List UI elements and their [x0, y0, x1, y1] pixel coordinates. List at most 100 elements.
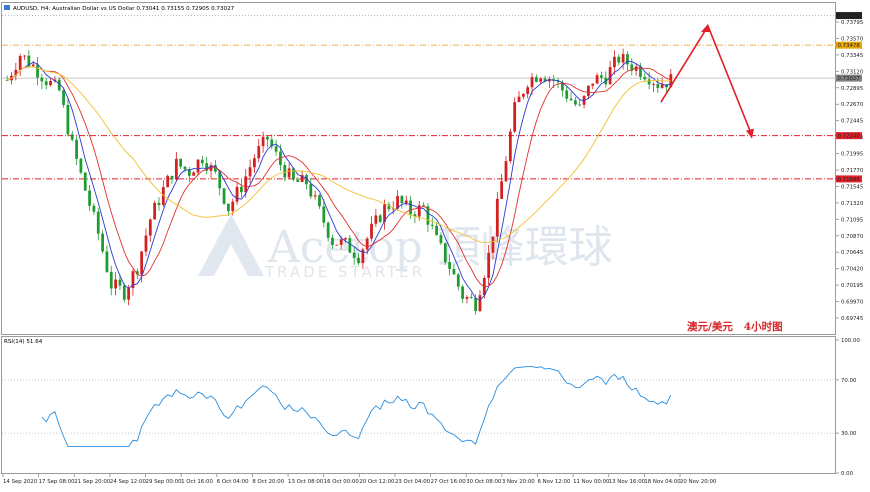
candle-body — [183, 166, 187, 170]
chart-root: Acetop 頂峰環球 TRADE STARTER 0.73795 0.73570… — [0, 0, 870, 488]
candle-body — [248, 167, 252, 177]
price-tick-label: 0.69745 — [841, 316, 863, 322]
candle-body — [417, 205, 421, 217]
candle-body — [574, 100, 577, 105]
time-tick-label: 8 Oct 20:00 — [252, 479, 284, 485]
candle-body — [235, 186, 239, 202]
candle-body — [461, 286, 465, 299]
candle-body — [118, 279, 122, 286]
candle-body — [652, 84, 655, 85]
candle-body — [144, 235, 148, 252]
candle-body — [621, 54, 625, 63]
candle-body — [179, 158, 183, 167]
candle-body — [174, 158, 178, 180]
price-tick-label: 0.73345 — [841, 53, 863, 59]
candle-body — [569, 98, 573, 101]
price-tick-label: 0.70870 — [841, 234, 864, 240]
candle-body — [409, 200, 412, 215]
candle-body — [257, 146, 261, 159]
candle-body — [539, 78, 543, 82]
candle-body — [62, 90, 65, 105]
candle-body — [335, 244, 339, 246]
candle-body — [613, 56, 616, 68]
candle-body — [44, 81, 48, 86]
price-tick-label: 0.72445 — [841, 119, 863, 125]
candle-body — [318, 195, 321, 207]
main-panel-frame — [1, 2, 836, 335]
candle-body — [196, 159, 200, 173]
candle-body — [170, 175, 174, 180]
time-tick-label: 23 Oct 04:00 — [395, 479, 431, 485]
candle-body — [192, 172, 196, 176]
candle-body — [578, 104, 582, 106]
candle-body — [157, 202, 161, 206]
price-tick-label: 0.70195 — [841, 283, 863, 289]
time-tick-label: 6 Nov 12:00 — [537, 479, 570, 485]
time-tick-label: 30 Oct 08:00 — [466, 479, 502, 485]
candle-body — [49, 80, 52, 86]
candle-body — [40, 77, 44, 82]
candle-body — [504, 161, 508, 182]
pair-timeframe-label: 澳元/美元 4小时图 — [687, 320, 783, 333]
candle-body — [148, 219, 152, 236]
price-tag-label: 0.73478 — [838, 43, 861, 49]
candle-body — [439, 235, 443, 244]
candle-body — [79, 158, 83, 173]
candle-body — [66, 104, 70, 135]
candle-body — [331, 237, 334, 245]
time-tick-label: 13 Oct 08:00 — [288, 479, 324, 485]
candle-body — [565, 90, 569, 99]
candle-body — [465, 297, 469, 299]
candle-body — [508, 131, 512, 162]
rsi-tick-label: 70.00 — [841, 378, 857, 384]
candle-body — [348, 238, 352, 253]
candle-body — [96, 211, 100, 234]
candle-body — [283, 165, 287, 178]
candle-body — [222, 188, 226, 204]
candle-body — [200, 159, 204, 164]
price-tick-label: 0.70645 — [841, 250, 863, 256]
candle-body — [595, 75, 599, 84]
price-tick-label: 0.72670 — [841, 102, 864, 108]
candle-body — [127, 288, 131, 300]
candle-body — [587, 85, 590, 96]
time-tick-label: 1 Oct 16:00 — [181, 479, 213, 485]
candle-body — [266, 136, 269, 140]
candle-body — [274, 146, 278, 152]
candle-body — [452, 268, 456, 275]
candle-body — [487, 252, 491, 278]
rsi-panel-frame — [1, 336, 836, 474]
time-tick-label: 6 Oct 04:00 — [217, 479, 249, 485]
candle-body — [70, 134, 74, 140]
time-tick-label: 13 Nov 16:00 — [609, 479, 646, 485]
candle-body — [617, 56, 621, 63]
time-tick-label: 11 Nov 00:00 — [573, 479, 610, 485]
chart-menu-icon[interactable] — [4, 5, 10, 10]
time-tick-label: 3 Nov 20:00 — [502, 479, 535, 485]
candle-body — [261, 136, 265, 147]
price-tick-label: 0.71320 — [841, 201, 864, 207]
rsi-axis: 100.00 70.00 30.00 0.00 — [836, 338, 860, 477]
candle-body — [153, 202, 157, 220]
price-tick-label: 0.71545 — [841, 184, 863, 190]
candle-body — [469, 297, 473, 298]
candle-body — [287, 168, 291, 178]
candle-body — [109, 271, 113, 289]
price-tick-label: 0.73570 — [841, 36, 864, 42]
candle-body — [370, 223, 373, 239]
candle-body — [88, 190, 91, 206]
candle-body — [344, 238, 347, 240]
candle-body — [227, 203, 230, 212]
candle-body — [92, 205, 96, 212]
candle-body — [339, 239, 343, 245]
candle-body — [374, 215, 378, 224]
candle-body — [435, 225, 438, 236]
candle-body — [166, 175, 170, 188]
candle-body — [456, 274, 460, 287]
candle-body — [600, 75, 603, 78]
rsi-tick-label: 100.00 — [841, 338, 860, 344]
price-tick-label: 0.70420 — [841, 267, 864, 273]
time-tick-label: 18 Nov 04:00 — [644, 479, 681, 485]
time-axis: 14 Sep 2020 17 Sep 08:00 21 Sep 20:00 24 Se… — [2, 474, 717, 485]
rsi-tick-label: 0.00 — [841, 471, 854, 477]
